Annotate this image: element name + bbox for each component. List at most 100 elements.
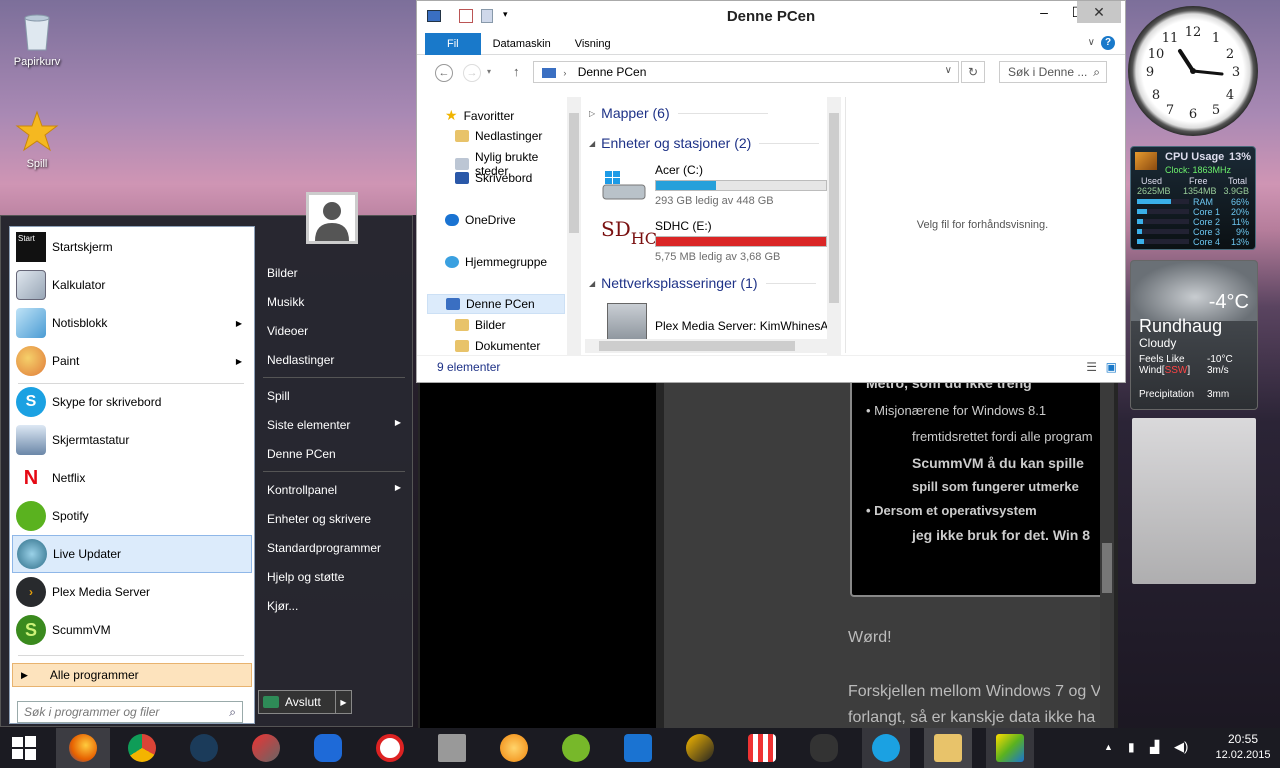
tab-datamaskin[interactable]: Datamaskin bbox=[481, 33, 563, 55]
clock-date[interactable]: 12.02.2015 bbox=[1210, 749, 1276, 761]
horizontal-scrollbar[interactable] bbox=[585, 339, 827, 353]
program-label: Skype for skrivebord bbox=[52, 395, 162, 409]
program-skjermtastatur[interactable]: Skjermtastatur bbox=[12, 422, 252, 458]
drive-e[interactable]: SDHC SDHC (E:) 5,75 MB ledig av 3,68 GB bbox=[601, 219, 829, 269]
link-nedlastinger[interactable]: Nedlastinger bbox=[267, 353, 405, 367]
nav-homegroup[interactable]: Hjemmegruppe bbox=[445, 255, 547, 269]
link-siste-elementer[interactable]: Siste elementer ▶ bbox=[267, 418, 405, 432]
scroll-thumb[interactable] bbox=[1102, 543, 1112, 593]
show-hidden-icons[interactable]: ▲ bbox=[1104, 742, 1113, 752]
scroll-thumb[interactable] bbox=[599, 341, 795, 351]
nav-desktop[interactable]: Skrivebord bbox=[455, 171, 532, 185]
program-spotify[interactable]: Spotify bbox=[12, 498, 252, 534]
taskbar-steam[interactable] bbox=[180, 728, 228, 768]
taskbar-ccleaner[interactable] bbox=[242, 728, 290, 768]
group-network[interactable]: ◢ Nettverksplasseringer (1) bbox=[589, 275, 816, 291]
nav-downloads[interactable]: Nedlastinger bbox=[455, 129, 542, 143]
link-hjelp-og-stotte[interactable]: Hjelp og støtte bbox=[267, 570, 405, 584]
taskbar-malwarebytes[interactable] bbox=[304, 728, 352, 768]
nav-this-pc[interactable]: Denne PCen bbox=[427, 294, 565, 314]
link-standardprogrammer[interactable]: Standardprogrammer bbox=[267, 541, 405, 555]
explorer-search-input[interactable]: Søk i Denne ... ⌕ bbox=[999, 61, 1107, 83]
scroll-thumb[interactable] bbox=[569, 113, 579, 233]
cpu-row-fill bbox=[1137, 199, 1172, 204]
link-kontrollpanel[interactable]: Kontrollpanel ▶ bbox=[267, 483, 405, 497]
details-view-icon[interactable]: ☰ bbox=[1086, 360, 1097, 374]
program-skype[interactable]: S Skype for skrivebord bbox=[12, 384, 252, 420]
link-videoer[interactable]: Videoer bbox=[267, 324, 405, 338]
nav-pictures[interactable]: Bilder bbox=[455, 318, 506, 332]
group-devices[interactable]: ◢ Enheter og stasjoner (2) bbox=[589, 135, 820, 151]
nav-onedrive[interactable]: OneDrive bbox=[445, 213, 516, 227]
clock-gadget[interactable]: 12 3 6 9 12 45 7 8 10 11 bbox=[1128, 6, 1258, 136]
user-avatar[interactable] bbox=[306, 192, 358, 244]
taskbar-file-explorer[interactable] bbox=[924, 728, 972, 768]
browser-scrollbar[interactable] bbox=[1100, 383, 1114, 728]
program-notisblokk[interactable]: Notisblokk ▶ bbox=[12, 305, 252, 341]
cpu-meter-gadget[interactable]: CPU Usage 13% Clock: 1863MHz Used Free T… bbox=[1130, 146, 1256, 250]
large-icons-view-icon[interactable]: ▣ bbox=[1106, 360, 1117, 374]
games-shortcut[interactable]: Spill bbox=[0, 110, 77, 170]
address-box[interactable]: › Denne PCen ∨ bbox=[533, 61, 959, 83]
taskbar-winamp[interactable] bbox=[676, 728, 724, 768]
program-plex[interactable]: › Plex Media Server bbox=[12, 574, 252, 610]
back-button[interactable]: ← bbox=[435, 64, 453, 82]
link-denne-pcen[interactable]: Denne PCen bbox=[267, 447, 405, 461]
all-programs-button[interactable]: ▶ Alle programmer bbox=[12, 663, 252, 687]
expand-ribbon-icon[interactable]: ∨ bbox=[1088, 37, 1095, 48]
taskbar-chrome[interactable] bbox=[118, 728, 166, 768]
volume-icon[interactable]: ◀) bbox=[1174, 739, 1188, 755]
up-button[interactable]: ↑ bbox=[513, 64, 520, 79]
program-startskjerm[interactable]: Start Startskjerm bbox=[12, 229, 252, 265]
sticky-notes-gadget[interactable] bbox=[1132, 418, 1256, 584]
temperature: -4°C bbox=[1208, 291, 1249, 313]
start-search-input[interactable]: Søk i programmer og filer ⌕ bbox=[17, 701, 243, 723]
minimize-button[interactable]: – bbox=[1027, 1, 1061, 23]
link-musikk[interactable]: Musikk bbox=[267, 295, 405, 309]
taskbar-popcorn[interactable] bbox=[738, 728, 786, 768]
taskbar-skype[interactable] bbox=[862, 728, 910, 768]
program-scummvm[interactable]: S ScummVM bbox=[12, 612, 252, 648]
network-item-label[interactable]: Plex Media Server: KimWhinesAl bbox=[655, 319, 829, 333]
taskbar-utorrent[interactable] bbox=[552, 728, 600, 768]
taskbar-firefox[interactable] bbox=[56, 728, 110, 768]
drive-c[interactable]: Acer (C:) 293 GB ledig av 448 GB bbox=[601, 163, 829, 213]
breadcrumb-arrow-icon[interactable]: › bbox=[563, 68, 566, 78]
start-button[interactable] bbox=[0, 728, 48, 768]
tab-visning[interactable]: Visning bbox=[563, 33, 623, 55]
nav-favorites[interactable]: ★ Favoritter bbox=[445, 107, 514, 124]
program-kalkulator[interactable]: Kalkulator bbox=[12, 267, 252, 303]
program-live-updater[interactable]: Live Updater bbox=[12, 535, 252, 573]
link-bilder[interactable]: Bilder bbox=[267, 266, 405, 280]
forward-button[interactable]: → bbox=[463, 64, 481, 82]
link-spill[interactable]: Spill bbox=[267, 389, 405, 403]
link-kjor[interactable]: Kjør... bbox=[267, 599, 405, 613]
nav-scrollbar[interactable] bbox=[567, 97, 581, 355]
close-button[interactable]: ✕ bbox=[1077, 1, 1121, 23]
program-netflix[interactable]: N Netflix bbox=[12, 460, 252, 496]
shutdown-button[interactable]: Avslutt bbox=[259, 695, 335, 709]
taskbar-media-player[interactable] bbox=[490, 728, 538, 768]
link-enheter-og-skrivere[interactable]: Enheter og skrivere bbox=[267, 512, 405, 526]
taskbar-bluestacks[interactable] bbox=[986, 728, 1034, 768]
taskbar-phone-app[interactable] bbox=[614, 728, 662, 768]
network-icon[interactable]: ▟ bbox=[1150, 740, 1159, 754]
taskbar-blocked-app[interactable] bbox=[366, 728, 414, 768]
program-paint[interactable]: Paint ▶ bbox=[12, 343, 252, 379]
nav-documents[interactable]: Dokumenter bbox=[455, 339, 540, 353]
refresh-button[interactable]: ↻ bbox=[961, 61, 985, 83]
recycle-bin-shortcut[interactable]: Papirkurv bbox=[0, 8, 77, 68]
taskbar-mouse-app[interactable] bbox=[800, 728, 848, 768]
clock-time[interactable]: 20:55 bbox=[1210, 732, 1276, 746]
address-dropdown-icon[interactable]: ∨ bbox=[945, 65, 952, 76]
power-icon[interactable]: ▮ bbox=[1128, 740, 1135, 754]
tab-fil[interactable]: Fil bbox=[425, 32, 481, 55]
scroll-thumb[interactable] bbox=[829, 113, 839, 303]
shutdown-options-arrow[interactable]: ▶ bbox=[335, 691, 351, 713]
group-folders[interactable]: ▷ Mapper (6) bbox=[589, 105, 768, 121]
recent-dropdown-icon[interactable]: ▾ bbox=[487, 67, 491, 76]
content-scrollbar[interactable] bbox=[827, 97, 841, 355]
taskbar-app-grid[interactable] bbox=[428, 728, 476, 768]
weather-gadget[interactable]: -4°C Rundhaug Cloudy Feels Like -10°C Wi… bbox=[1130, 260, 1258, 410]
help-icon[interactable]: ? bbox=[1101, 36, 1115, 50]
